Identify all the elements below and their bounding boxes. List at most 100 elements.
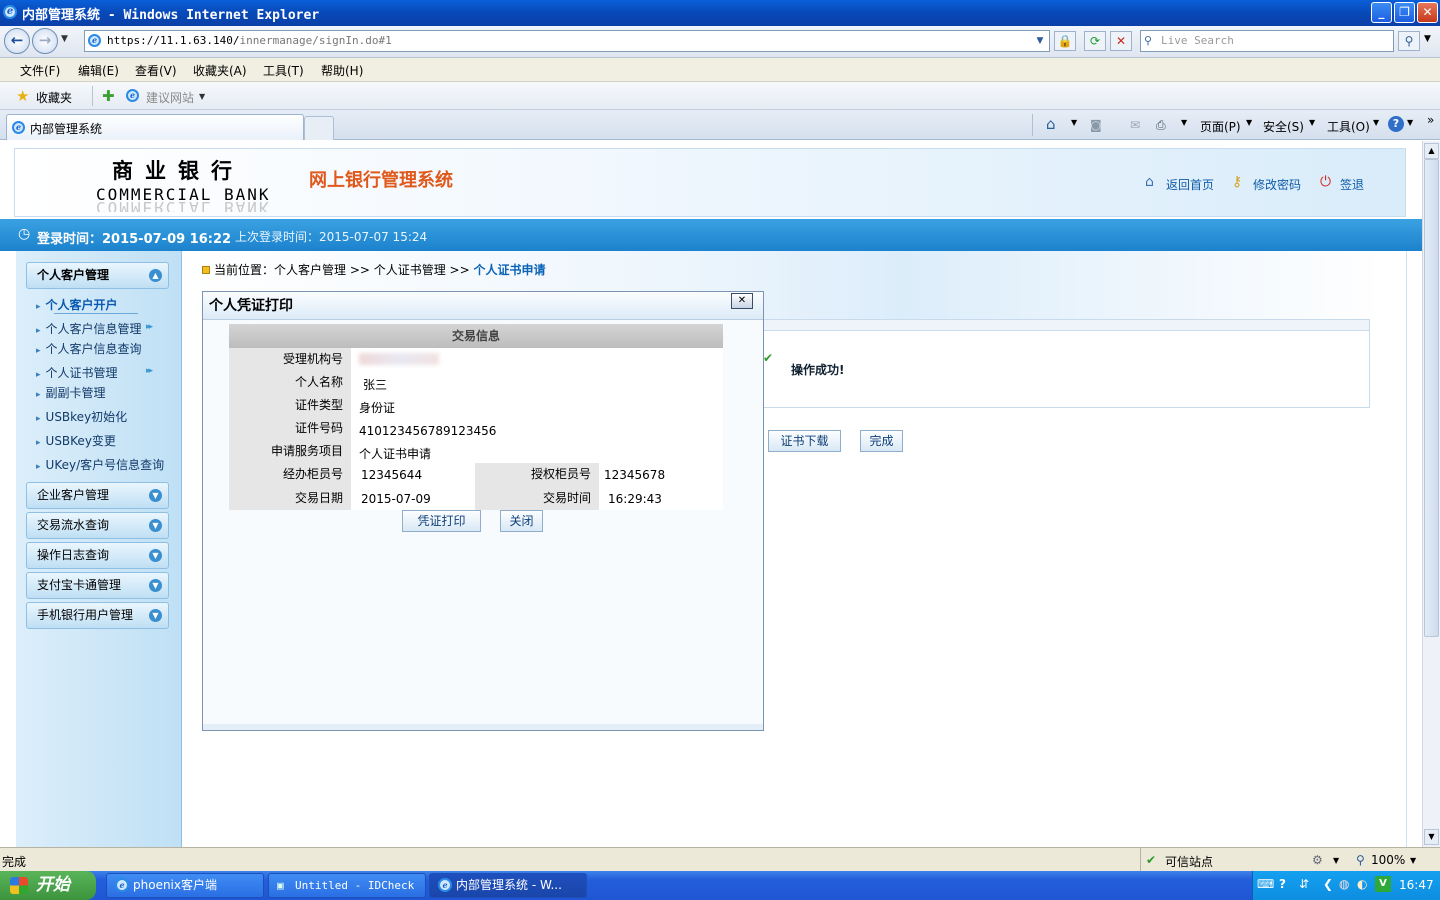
address-dropdown-icon[interactable]: ▼ (1032, 32, 1048, 50)
sidebar-section-mobile[interactable]: 手机银行用户管理 ▼ (26, 602, 169, 629)
keyboard-icon[interactable]: ⌨ (1257, 877, 1274, 891)
antivirus-icon[interactable]: ◐ (1357, 877, 1367, 891)
zoom-level[interactable]: 100% (1371, 853, 1405, 867)
auth-teller-value: 12345678 (604, 468, 666, 482)
back-button[interactable]: ← (4, 28, 30, 54)
suggested-sites-dropdown-icon[interactable]: ▼ (199, 92, 205, 101)
help-tray-icon[interactable]: ? (1279, 877, 1286, 891)
favorites-button[interactable]: 收藏夹 (36, 89, 72, 106)
sidebar-item-sub-card[interactable]: ▸ 副副卡管理 (36, 384, 106, 401)
expand-icon: ▼ (149, 519, 162, 532)
protected-mode-icon[interactable]: ⚙ (1312, 853, 1323, 867)
zone-dropdown-icon[interactable]: ▼ (1333, 856, 1339, 865)
home-icon[interactable]: ⌂ (1046, 115, 1056, 133)
page-dropdown-icon[interactable]: ▼ (1246, 118, 1252, 127)
cert-download-button[interactable]: 证书下载 (768, 430, 841, 452)
vc-tray-icon[interactable]: V (1375, 876, 1391, 892)
sidebar-section-corporate[interactable]: 企业客户管理 ▼ (26, 482, 169, 509)
help-dropdown-icon[interactable]: ▼ (1407, 118, 1413, 127)
lock-icon[interactable]: 🔒 (1054, 31, 1076, 51)
mail-icon[interactable]: ✉ (1130, 118, 1140, 132)
label-id-type: 证件类型 (229, 394, 351, 417)
task-ie-active[interactable]: e 内部管理系统 - W... (429, 873, 587, 898)
tools-dropdown-icon[interactable]: ▼ (1373, 118, 1379, 127)
scroll-up-icon[interactable]: ▲ (1424, 143, 1439, 159)
search-options-icon[interactable]: ▼ (1424, 34, 1431, 44)
vertical-scrollbar[interactable]: ▲ ▼ (1422, 141, 1440, 847)
page-menu[interactable]: 页面(P) (1200, 118, 1241, 135)
minimize-button[interactable]: _ (1371, 2, 1392, 23)
bullet-icon: ▸ (36, 302, 41, 312)
sidebar-section-oplog[interactable]: 操作日志查询 ▼ (26, 542, 169, 569)
tab-active[interactable]: e 内部管理系统 (6, 114, 304, 140)
sidebar-section-alipay[interactable]: 支付宝卡通管理 ▼ (26, 572, 169, 599)
trusted-check-icon: ✔ (1146, 853, 1157, 867)
menu-help[interactable]: 帮助(H) (321, 62, 363, 79)
menu-file[interactable]: 文件(F) (20, 62, 60, 79)
result-panel-header (763, 320, 1369, 331)
sidebar-item-ukey-query[interactable]: ▸ UKey/客户号信息查询 (36, 456, 164, 473)
network-icon[interactable]: ⇵ (1299, 877, 1309, 891)
more-commands-icon[interactable]: » (1427, 113, 1434, 127)
security-tray-icon[interactable]: ◍ (1339, 877, 1349, 891)
task-phoenix[interactable]: e phoenix客户端 (106, 873, 264, 898)
sidebar-section-transactions[interactable]: 交易流水查询 ▼ (26, 512, 169, 539)
logout-link[interactable]: 签退 (1340, 176, 1364, 193)
scroll-down-icon[interactable]: ▼ (1424, 829, 1439, 845)
tab-ie-icon: e (12, 121, 25, 134)
close-dialog-button[interactable]: 关闭 (500, 510, 543, 532)
menu-edit[interactable]: 编辑(E) (78, 62, 119, 79)
favorites-star-icon: ★ (16, 87, 30, 105)
home-dropdown-icon[interactable]: ▼ (1071, 118, 1077, 127)
sidebar-section-personal[interactable]: 个人客户管理 ▲ (26, 262, 169, 289)
menu-view[interactable]: 查看(V) (135, 62, 177, 79)
close-window-button[interactable]: ✕ (1417, 2, 1438, 23)
dialog-close-icon[interactable]: ✕ (731, 293, 753, 309)
sidebar-item-cert-manage[interactable]: ▸ 个人证书管理 (36, 364, 118, 381)
status-text: 完成 (2, 855, 27, 869)
suggested-sites-link[interactable]: 建议网站 (146, 89, 194, 106)
refresh-icon[interactable]: ⟳ (1084, 31, 1106, 51)
safety-menu[interactable]: 安全(S) (1263, 118, 1304, 135)
breadcrumb-path: 当前位置：个人客户管理 >> 个人证书管理 >> (214, 263, 474, 277)
new-tab-button[interactable] (304, 116, 334, 140)
search-input[interactable]: ⚲ Live Search (1140, 30, 1394, 52)
home-link[interactable]: 返回首页 (1166, 176, 1214, 193)
print-voucher-button[interactable]: 凭证打印 (402, 510, 481, 532)
forward-button[interactable]: → (32, 28, 58, 54)
change-password-link[interactable]: 修改密码 (1253, 176, 1301, 193)
help-icon[interactable]: ? (1388, 116, 1404, 132)
print-icon[interactable]: ⎙ (1156, 118, 1166, 133)
label-time: 交易时间 (475, 486, 599, 510)
finish-button[interactable]: 完成 (860, 430, 903, 452)
address-toolbar: ← → ▼ e https://11.1.63.140/innermanage/… (0, 26, 1440, 58)
zoom-dropdown-icon[interactable]: ▼ (1410, 856, 1416, 865)
tools-menu[interactable]: 工具(O) (1327, 118, 1370, 135)
print-dropdown-icon[interactable]: ▼ (1181, 118, 1187, 127)
sidebar-item-usbkey-change[interactable]: ▸ USBKey变更 (36, 432, 116, 449)
bank-logo-reflection: COMMERCIAL BANK (96, 202, 271, 212)
tray-arrow-icon[interactable]: ❮ (1323, 877, 1333, 891)
add-favorite-icon[interactable]: ✚ (102, 87, 115, 105)
key-icon: ⚷ (1232, 174, 1243, 190)
window-titlebar[interactable]: e 内部管理系统 - Windows Internet Explorer _ ❐… (0, 0, 1440, 26)
history-dropdown-icon[interactable]: ▼ (61, 34, 68, 44)
search-button[interactable]: ⚲ (1398, 31, 1420, 51)
sidebar-item-info-manage[interactable]: ▸ 个人客户信息管理 (36, 320, 142, 337)
menu-tools[interactable]: 工具(T) (263, 62, 304, 79)
breadcrumb-current: 个人证书申请 (473, 263, 546, 277)
stop-icon[interactable]: ✕ (1110, 31, 1132, 51)
task-idcheck[interactable]: ▣ Untitled - IDCheck (268, 873, 426, 898)
feeds-icon[interactable]: ◙ (1090, 118, 1102, 132)
address-input[interactable]: e https://11.1.63.140/innermanage/signIn… (84, 30, 1050, 52)
security-zone[interactable]: 可信站点 (1165, 853, 1213, 870)
menu-favorites[interactable]: 收藏夹(A) (193, 62, 247, 79)
scroll-thumb[interactable] (1424, 159, 1439, 637)
safety-dropdown-icon[interactable]: ▼ (1309, 118, 1315, 127)
start-button[interactable]: 开始 (0, 871, 96, 900)
sidebar-item-info-query[interactable]: ▸ 个人客户信息查询 (36, 340, 142, 357)
ie-icon: e (3, 5, 17, 19)
sidebar-item-open-account[interactable]: ▸ 个人客户开户 (36, 296, 118, 313)
maximize-button[interactable]: ❐ (1394, 2, 1415, 23)
sidebar-item-usbkey-init[interactable]: ▸ USBkey初始化 (36, 408, 127, 425)
